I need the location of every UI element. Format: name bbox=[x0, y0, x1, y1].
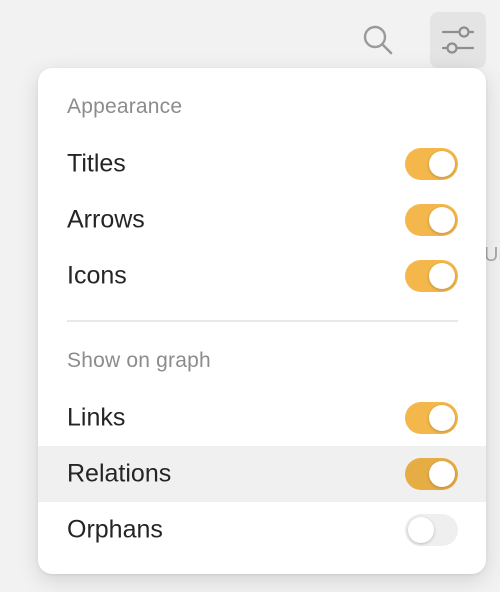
menu-item-label: Icons bbox=[67, 261, 127, 290]
graph-view-background: Ur Appearance Titles Arrows Icons Show o… bbox=[0, 0, 500, 592]
menu-item-titles[interactable]: Titles bbox=[38, 136, 486, 192]
toggle-knob bbox=[429, 263, 455, 289]
menu-item-label: Arrows bbox=[67, 205, 145, 234]
menu-item-label: Links bbox=[67, 403, 126, 432]
links-toggle[interactable] bbox=[405, 402, 458, 434]
background-node-label: Ur bbox=[484, 244, 500, 266]
icons-toggle[interactable] bbox=[405, 260, 458, 292]
section-title-appearance: Appearance bbox=[67, 95, 183, 118]
menu-item-label: Orphans bbox=[67, 515, 163, 544]
search-icon bbox=[361, 23, 395, 57]
search-button[interactable] bbox=[350, 12, 406, 68]
orphans-toggle[interactable] bbox=[405, 514, 458, 546]
toggle-knob bbox=[429, 405, 455, 431]
graph-settings-button[interactable] bbox=[430, 12, 486, 68]
toggle-knob bbox=[429, 151, 455, 177]
menu-item-arrows[interactable]: Arrows bbox=[38, 192, 486, 248]
menu-item-label: Titles bbox=[67, 149, 126, 178]
sliders-icon bbox=[440, 22, 476, 58]
arrows-toggle[interactable] bbox=[405, 204, 458, 236]
menu-item-icons[interactable]: Icons bbox=[38, 248, 486, 304]
graph-settings-menu: Appearance Titles Arrows Icons Show on g… bbox=[38, 68, 486, 574]
menu-item-orphans[interactable]: Orphans bbox=[38, 502, 486, 558]
section-title-show-on-graph: Show on graph bbox=[67, 349, 211, 372]
toggle-knob bbox=[408, 517, 434, 543]
toggle-knob bbox=[429, 461, 455, 487]
menu-item-relations[interactable]: Relations bbox=[38, 446, 486, 502]
menu-item-label: Relations bbox=[67, 459, 172, 488]
toggle-knob bbox=[429, 207, 455, 233]
menu-item-links[interactable]: Links bbox=[38, 390, 486, 446]
titles-toggle[interactable] bbox=[405, 148, 458, 180]
relations-toggle[interactable] bbox=[405, 458, 458, 490]
menu-divider bbox=[67, 320, 458, 322]
